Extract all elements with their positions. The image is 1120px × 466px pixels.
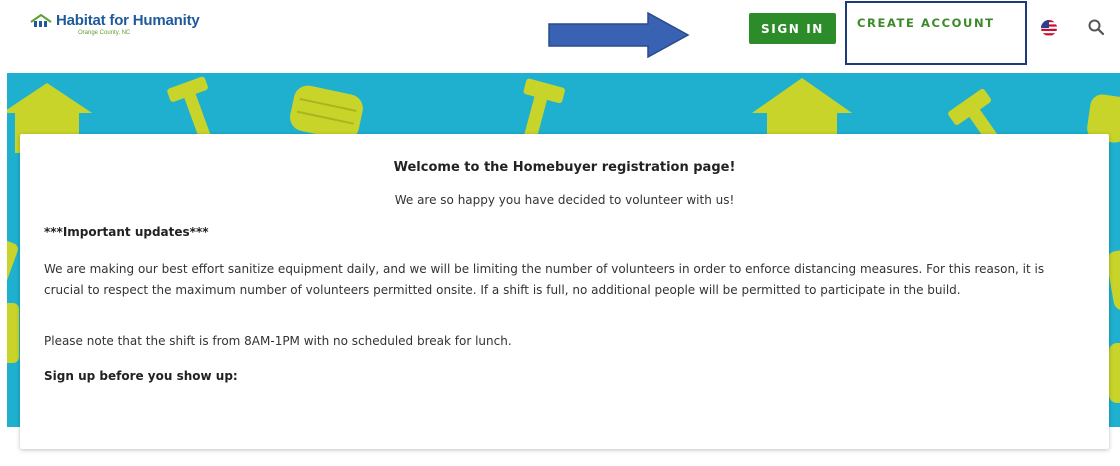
card-title: Welcome to the Homebuyer registration pa… bbox=[393, 160, 736, 175]
logo-text: Habitat for Humanity bbox=[56, 12, 200, 29]
habitat-logo-icon bbox=[30, 13, 52, 27]
logo-subtitle: Orange County, NC bbox=[78, 30, 131, 36]
search-icon[interactable] bbox=[1087, 18, 1105, 36]
arrow-right-icon bbox=[548, 12, 690, 58]
welcome-card: Welcome to the Homebuyer registration pa… bbox=[20, 134, 1109, 449]
shift-note: Please note that the shift is from 8AM-1… bbox=[44, 334, 512, 348]
create-account-link[interactable]: CREATE ACCOUNT bbox=[857, 16, 995, 30]
updates-heading: ***Important updates*** bbox=[44, 225, 209, 239]
habitat-logo[interactable]: Habitat for Humanity Orange County, NC bbox=[30, 12, 200, 36]
card-subtitle: We are so happy you have decided to volu… bbox=[394, 193, 735, 207]
signup-heading: Sign up before you show up: bbox=[44, 369, 238, 383]
updates-paragraph: We are making our best effort sanitize e… bbox=[44, 262, 1045, 297]
create-account-highlight bbox=[845, 1, 1027, 65]
us-flag-icon[interactable] bbox=[1040, 19, 1058, 37]
sign-in-button[interactable]: SIGN IN bbox=[749, 13, 836, 44]
